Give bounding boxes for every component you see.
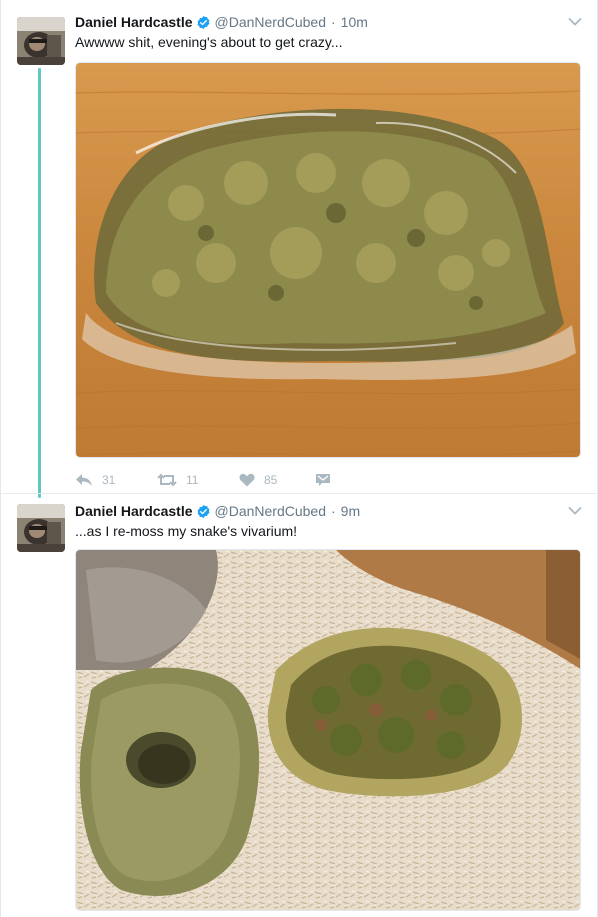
tweet-header: Daniel Hardcastle @DanNerdCubed · 9m (75, 501, 360, 521)
tweet-text: Awwww shit, evening's about to get crazy… (75, 34, 343, 50)
retweet-button[interactable]: 11 (157, 473, 239, 487)
tweet-photo-vivarium[interactable] (75, 549, 581, 911)
retweet-count: 11 (186, 473, 199, 487)
author-handle[interactable]: @DanNerdCubed (215, 503, 327, 519)
verified-badge-icon (196, 15, 211, 30)
author-name[interactable]: Daniel Hardcastle (75, 14, 193, 30)
reply-count: 31 (102, 473, 116, 487)
separator-dot: · (331, 503, 336, 519)
reply-button[interactable]: 31 (75, 473, 157, 487)
chevron-down-icon[interactable] (568, 506, 582, 516)
tweet-text: ...as I re-moss my snake's vivarium! (75, 523, 298, 539)
avatar[interactable] (17, 17, 65, 65)
avatar[interactable] (17, 504, 65, 552)
chevron-down-icon[interactable] (568, 17, 582, 27)
author-name[interactable]: Daniel Hardcastle (75, 503, 193, 519)
tweet[interactable]: Daniel Hardcastle @DanNerdCubed · 9m ...… (0, 493, 598, 917)
verified-badge-icon (196, 504, 211, 519)
author-handle[interactable]: @DanNerdCubed (215, 14, 327, 30)
tweet-timestamp[interactable]: 9m (341, 503, 360, 519)
heart-icon (239, 473, 255, 487)
tweet-header: Daniel Hardcastle @DanNerdCubed · 10m (75, 12, 368, 32)
retweet-icon (157, 473, 177, 487)
like-count: 85 (264, 473, 278, 487)
tweet[interactable]: Daniel Hardcastle @DanNerdCubed · 10m Aw… (0, 0, 598, 493)
envelope-icon (316, 474, 330, 486)
direct-message-button[interactable] (315, 473, 331, 487)
reply-icon (76, 474, 92, 486)
tweet-photo-moss-bag[interactable] (75, 62, 581, 458)
separator-dot: · (331, 14, 336, 30)
tweet-actions: 31 11 85 (75, 471, 331, 489)
like-button[interactable]: 85 (239, 473, 315, 487)
tweet-timestamp[interactable]: 10m (341, 14, 368, 30)
